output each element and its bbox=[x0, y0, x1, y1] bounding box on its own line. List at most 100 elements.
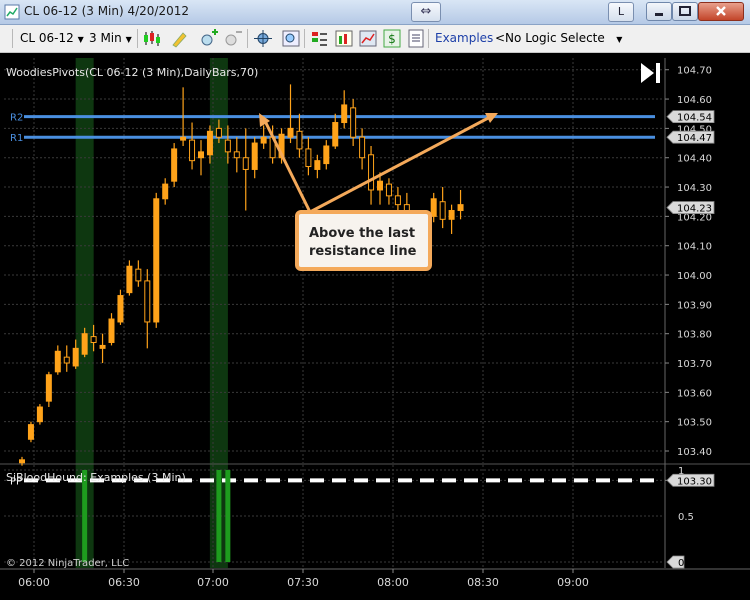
candle-body bbox=[135, 268, 142, 282]
y-tick-label: 104.60 bbox=[677, 95, 712, 106]
last-price-value: 104.23 bbox=[677, 204, 712, 215]
candle-body bbox=[27, 424, 34, 440]
signal-bar bbox=[225, 470, 231, 562]
title-bar[interactable]: CL 06-12 (3 Min) 4/20/2012 ⇔ L bbox=[0, 0, 750, 25]
x-tick-label: 07:00 bbox=[197, 576, 229, 589]
callout-text-line2: resistance line bbox=[309, 244, 417, 259]
indicator-label: WoodiesPivots(CL 06-12 (3 Min),DailyBars… bbox=[6, 66, 258, 79]
signal-bar bbox=[216, 470, 222, 562]
candle-body bbox=[171, 148, 178, 182]
magnifier-icon[interactable] bbox=[281, 29, 301, 48]
indicator-label-lower: SiBloodHound: Examples (3 Min) bbox=[6, 471, 186, 484]
candle-body bbox=[81, 333, 88, 355]
minimize-button[interactable] bbox=[646, 2, 672, 21]
candle-body bbox=[385, 183, 392, 197]
close-icon bbox=[716, 6, 726, 16]
toolbar-separator bbox=[12, 29, 13, 48]
candle-body bbox=[206, 130, 213, 156]
candle-body bbox=[368, 154, 375, 191]
chart-toolbar: CL 06-12 ▼ 3 Min ▼ $ Examples <No Logic … bbox=[0, 25, 750, 53]
candle-body bbox=[108, 318, 115, 343]
y-tick-label: 103.60 bbox=[677, 388, 712, 399]
candle-body bbox=[457, 204, 464, 212]
candle-body bbox=[45, 374, 52, 402]
candle-body bbox=[215, 127, 222, 138]
maximize-icon bbox=[679, 6, 691, 16]
svg-text:$: $ bbox=[388, 32, 396, 46]
pivot-label-r1: R1 bbox=[10, 133, 23, 144]
y-tick-label: 103.90 bbox=[677, 300, 712, 311]
chevron-down-icon: ▼ bbox=[77, 35, 84, 44]
interval-selector[interactable]: 3 Min ▼ bbox=[89, 31, 132, 45]
lower-zero-value: 0 bbox=[678, 558, 684, 569]
candle-body bbox=[233, 151, 240, 159]
candle-body bbox=[153, 198, 160, 323]
y-tick-label: 104.00 bbox=[677, 271, 712, 282]
candle-body bbox=[90, 336, 97, 343]
y-tick-label: 104.10 bbox=[677, 242, 712, 253]
double-arrow-icon[interactable]: ⇔ bbox=[411, 2, 441, 22]
x-tick-label: 08:30 bbox=[467, 576, 499, 589]
toolbar-separator bbox=[247, 29, 248, 48]
candle-body bbox=[323, 145, 330, 165]
candle-body bbox=[19, 459, 25, 464]
maximize-button[interactable] bbox=[672, 2, 698, 21]
candle-body bbox=[54, 350, 61, 373]
candle-body bbox=[224, 139, 231, 153]
toolbar-separator bbox=[304, 29, 305, 48]
instrument-selector[interactable]: CL 06-12 ▼ bbox=[20, 31, 84, 45]
x-tick-label: 07:30 bbox=[287, 576, 319, 589]
candle-body bbox=[189, 139, 196, 162]
examples-link[interactable]: Examples bbox=[435, 31, 493, 45]
zoom-out-icon[interactable] bbox=[223, 29, 243, 48]
price-chart[interactable]: R2R1PPWoodiesPivots(CL 06-12 (3 Min),Dai… bbox=[0, 53, 750, 600]
candle-body bbox=[242, 157, 249, 170]
end-bar-icon bbox=[656, 63, 660, 83]
candle-body bbox=[341, 104, 348, 124]
y-tick-label: 103.80 bbox=[677, 330, 712, 341]
y-tick-label: 104.40 bbox=[677, 154, 712, 165]
candle-body bbox=[439, 201, 446, 220]
candle-body bbox=[72, 347, 79, 367]
candle-body bbox=[198, 151, 204, 159]
candle-body bbox=[350, 107, 357, 138]
zoom-in-icon[interactable] bbox=[199, 29, 219, 48]
chart-window-icon bbox=[4, 4, 20, 20]
l-button[interactable]: L bbox=[608, 2, 634, 22]
candle-body bbox=[63, 356, 70, 364]
candle-body bbox=[394, 195, 401, 206]
window-title: CL 06-12 (3 Min) 4/20/2012 bbox=[24, 4, 190, 18]
toolbar-separator bbox=[428, 29, 429, 48]
crosshair-icon[interactable] bbox=[253, 29, 273, 48]
x-tick-label: 06:00 bbox=[18, 576, 50, 589]
x-tick-label: 08:00 bbox=[377, 576, 409, 589]
r1-value: 104.47 bbox=[677, 133, 712, 144]
y-tick-label: 104.70 bbox=[677, 66, 712, 77]
candle-body bbox=[377, 180, 383, 191]
candle-body bbox=[162, 183, 169, 200]
chart-trader-icon[interactable] bbox=[358, 29, 378, 48]
callout-text-line1: Above the last bbox=[309, 226, 415, 241]
candle-body bbox=[99, 344, 106, 349]
logic-select[interactable]: <No Logic Selecte ▼ bbox=[495, 31, 622, 45]
candle-body bbox=[332, 122, 339, 147]
properties-icon[interactable] bbox=[406, 29, 426, 48]
close-button[interactable] bbox=[698, 2, 744, 21]
ninjatrader-chart-window: CL 06-12 (3 Min) 4/20/2012 ⇔ L CL 06-12 … bbox=[0, 0, 750, 600]
pivot-label-r2: R2 bbox=[10, 113, 23, 124]
dollar-icon[interactable]: $ bbox=[382, 29, 402, 48]
candle-body bbox=[251, 142, 258, 170]
y-tick-label: 104.30 bbox=[677, 183, 712, 194]
x-tick-label: 09:00 bbox=[557, 576, 589, 589]
candle-body bbox=[36, 406, 43, 423]
candle-body bbox=[180, 136, 187, 141]
y-tick-label: 103.50 bbox=[677, 418, 712, 429]
strategies-icon[interactable] bbox=[334, 29, 354, 48]
toolbar-separator bbox=[137, 29, 138, 48]
indicators-icon[interactable] bbox=[309, 29, 329, 48]
chart-style-icon[interactable] bbox=[142, 29, 162, 48]
y-tick-label: 103.70 bbox=[677, 359, 712, 370]
drawing-tool-icon[interactable] bbox=[170, 29, 190, 48]
minimize-icon bbox=[655, 13, 663, 16]
r2-value: 104.54 bbox=[677, 113, 712, 124]
